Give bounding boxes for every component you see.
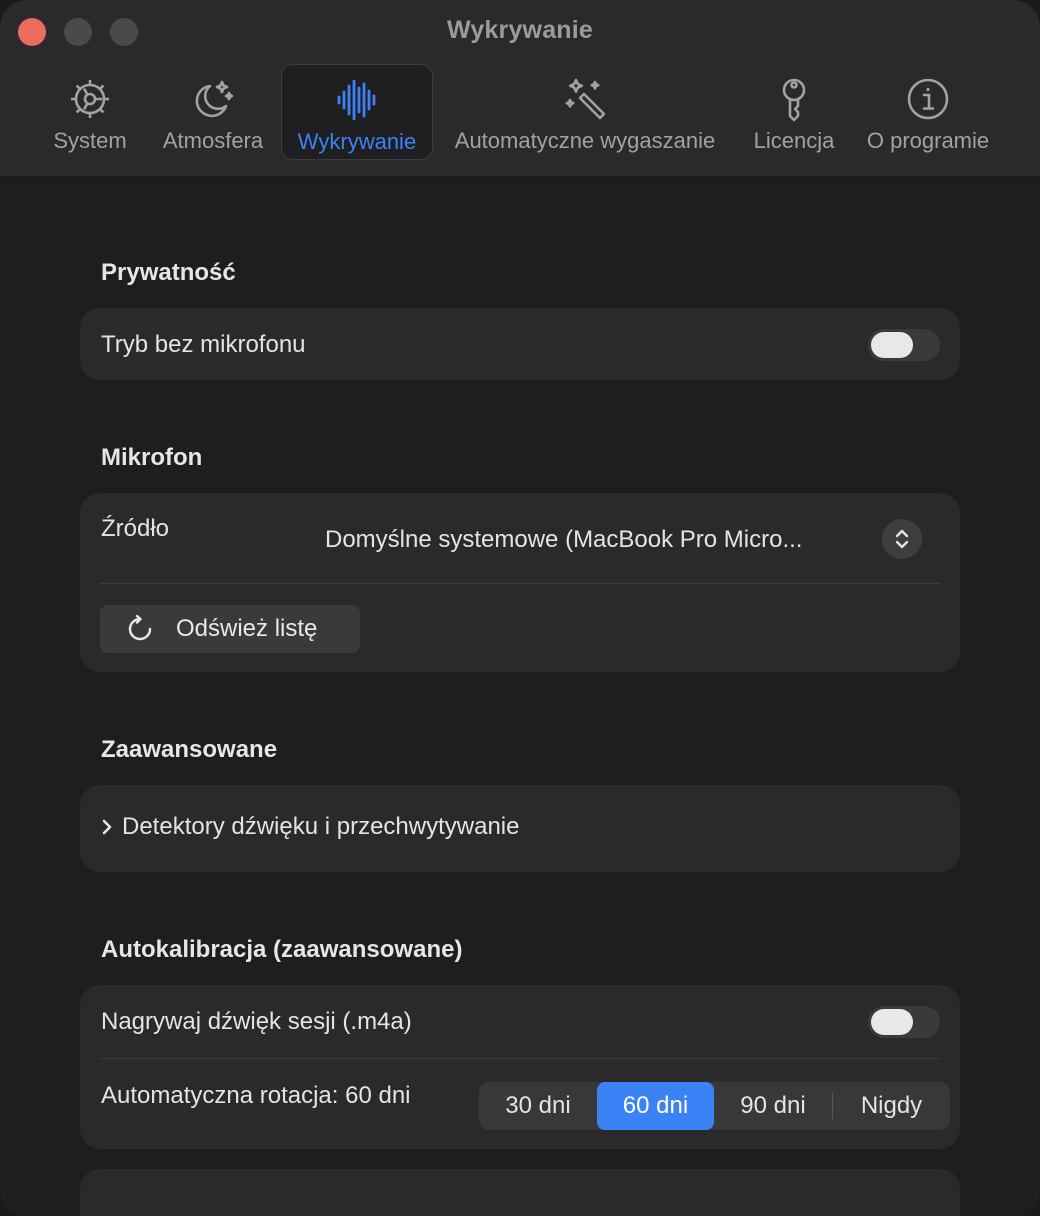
section-title-advanced: Zaawansowane <box>101 736 278 763</box>
divider <box>100 1058 940 1059</box>
tab-wykrywanie[interactable]: Wykrywanie <box>281 64 433 160</box>
waveform-icon <box>337 79 376 121</box>
rotation-option-30[interactable]: 30 dni <box>479 1082 597 1130</box>
privacy-card: Tryb bez mikrofonu <box>80 308 960 380</box>
rotation-option-60[interactable]: 60 dni <box>597 1082 714 1130</box>
tab-label: Licencja <box>753 128 835 153</box>
autocal-card: Nagrywaj dźwięk sesji (.m4a) Automatyczn… <box>80 985 960 1149</box>
window-title: Wykrywanie <box>446 16 594 44</box>
section-title-microphone: Mikrofon <box>101 444 203 471</box>
toggle-knob <box>871 1009 913 1035</box>
refresh-icon <box>128 615 152 641</box>
gear-icon <box>71 80 109 118</box>
source-select-stepper[interactable] <box>882 519 922 559</box>
refresh-list-button[interactable]: Odśwież listę <box>100 605 360 653</box>
tab-automatyczne-wygaszanie[interactable]: Automatyczne wygaszanie <box>444 64 726 158</box>
detectors-disclosure[interactable]: Detektory dźwięku i przechwytywanie <box>100 813 520 841</box>
key-icon <box>782 78 806 122</box>
moon-stars-icon <box>195 80 234 118</box>
rotation-segmented-control: 30 dni 60 dni 90 dni Nigdy <box>479 1082 950 1130</box>
toolbar: Wykrywanie System Atmosfera Wykrywanie A… <box>0 0 1040 177</box>
settings-content: Prywatność Tryb bez mikrofonu Mikrofon Ź… <box>0 177 1040 1216</box>
source-label: Źródło <box>101 515 170 542</box>
source-select[interactable]: Domyślne systemowe (MacBook Pro Micro... <box>325 526 802 554</box>
no-mic-toggle[interactable] <box>868 329 940 361</box>
no-mic-label: Tryb bez mikrofonu <box>101 331 306 358</box>
toggle-knob <box>871 332 913 358</box>
advanced-card: Detektory dźwięku i przechwytywanie <box>80 785 960 872</box>
chevron-right-icon <box>102 819 112 835</box>
divider <box>100 583 940 584</box>
tab-system[interactable]: System <box>46 64 134 158</box>
tab-label: Automatyczne wygaszanie <box>454 128 716 153</box>
tab-label: Wykrywanie <box>297 129 417 154</box>
detectors-label: Detektory dźwięku i przechwytywanie <box>122 813 520 840</box>
section-title-privacy: Prywatność <box>101 259 236 286</box>
refresh-list-label: Odśwież listę <box>176 615 318 642</box>
record-session-toggle[interactable] <box>868 1006 940 1038</box>
tab-atmosfera[interactable]: Atmosfera <box>156 64 270 158</box>
microphone-card: Źródło Domyślne systemowe (MacBook Pro M… <box>80 493 960 672</box>
rotation-option-90[interactable]: 90 dni <box>714 1082 832 1130</box>
section-title-autocal: Autokalibracja (zaawansowane) <box>101 936 463 963</box>
next-card <box>80 1169 960 1216</box>
tab-label: O programie <box>866 128 990 153</box>
info-icon <box>907 78 949 120</box>
settings-window: Wykrywanie System Atmosfera Wykrywanie A… <box>0 0 1040 1216</box>
tab-licencja[interactable]: Licencja <box>748 64 840 158</box>
rotation-option-never[interactable]: Nigdy <box>833 1082 950 1130</box>
chevron-up-down-icon <box>895 529 909 549</box>
tab-label: Atmosfera <box>162 128 264 153</box>
tab-o-programie[interactable]: O programie <box>860 64 996 158</box>
tab-label: System <box>53 128 127 153</box>
rotation-label: Automatyczna rotacja: 60 dni <box>101 1082 411 1109</box>
magic-wand-icon <box>565 78 606 120</box>
record-session-label: Nagrywaj dźwięk sesji (.m4a) <box>101 1008 412 1035</box>
